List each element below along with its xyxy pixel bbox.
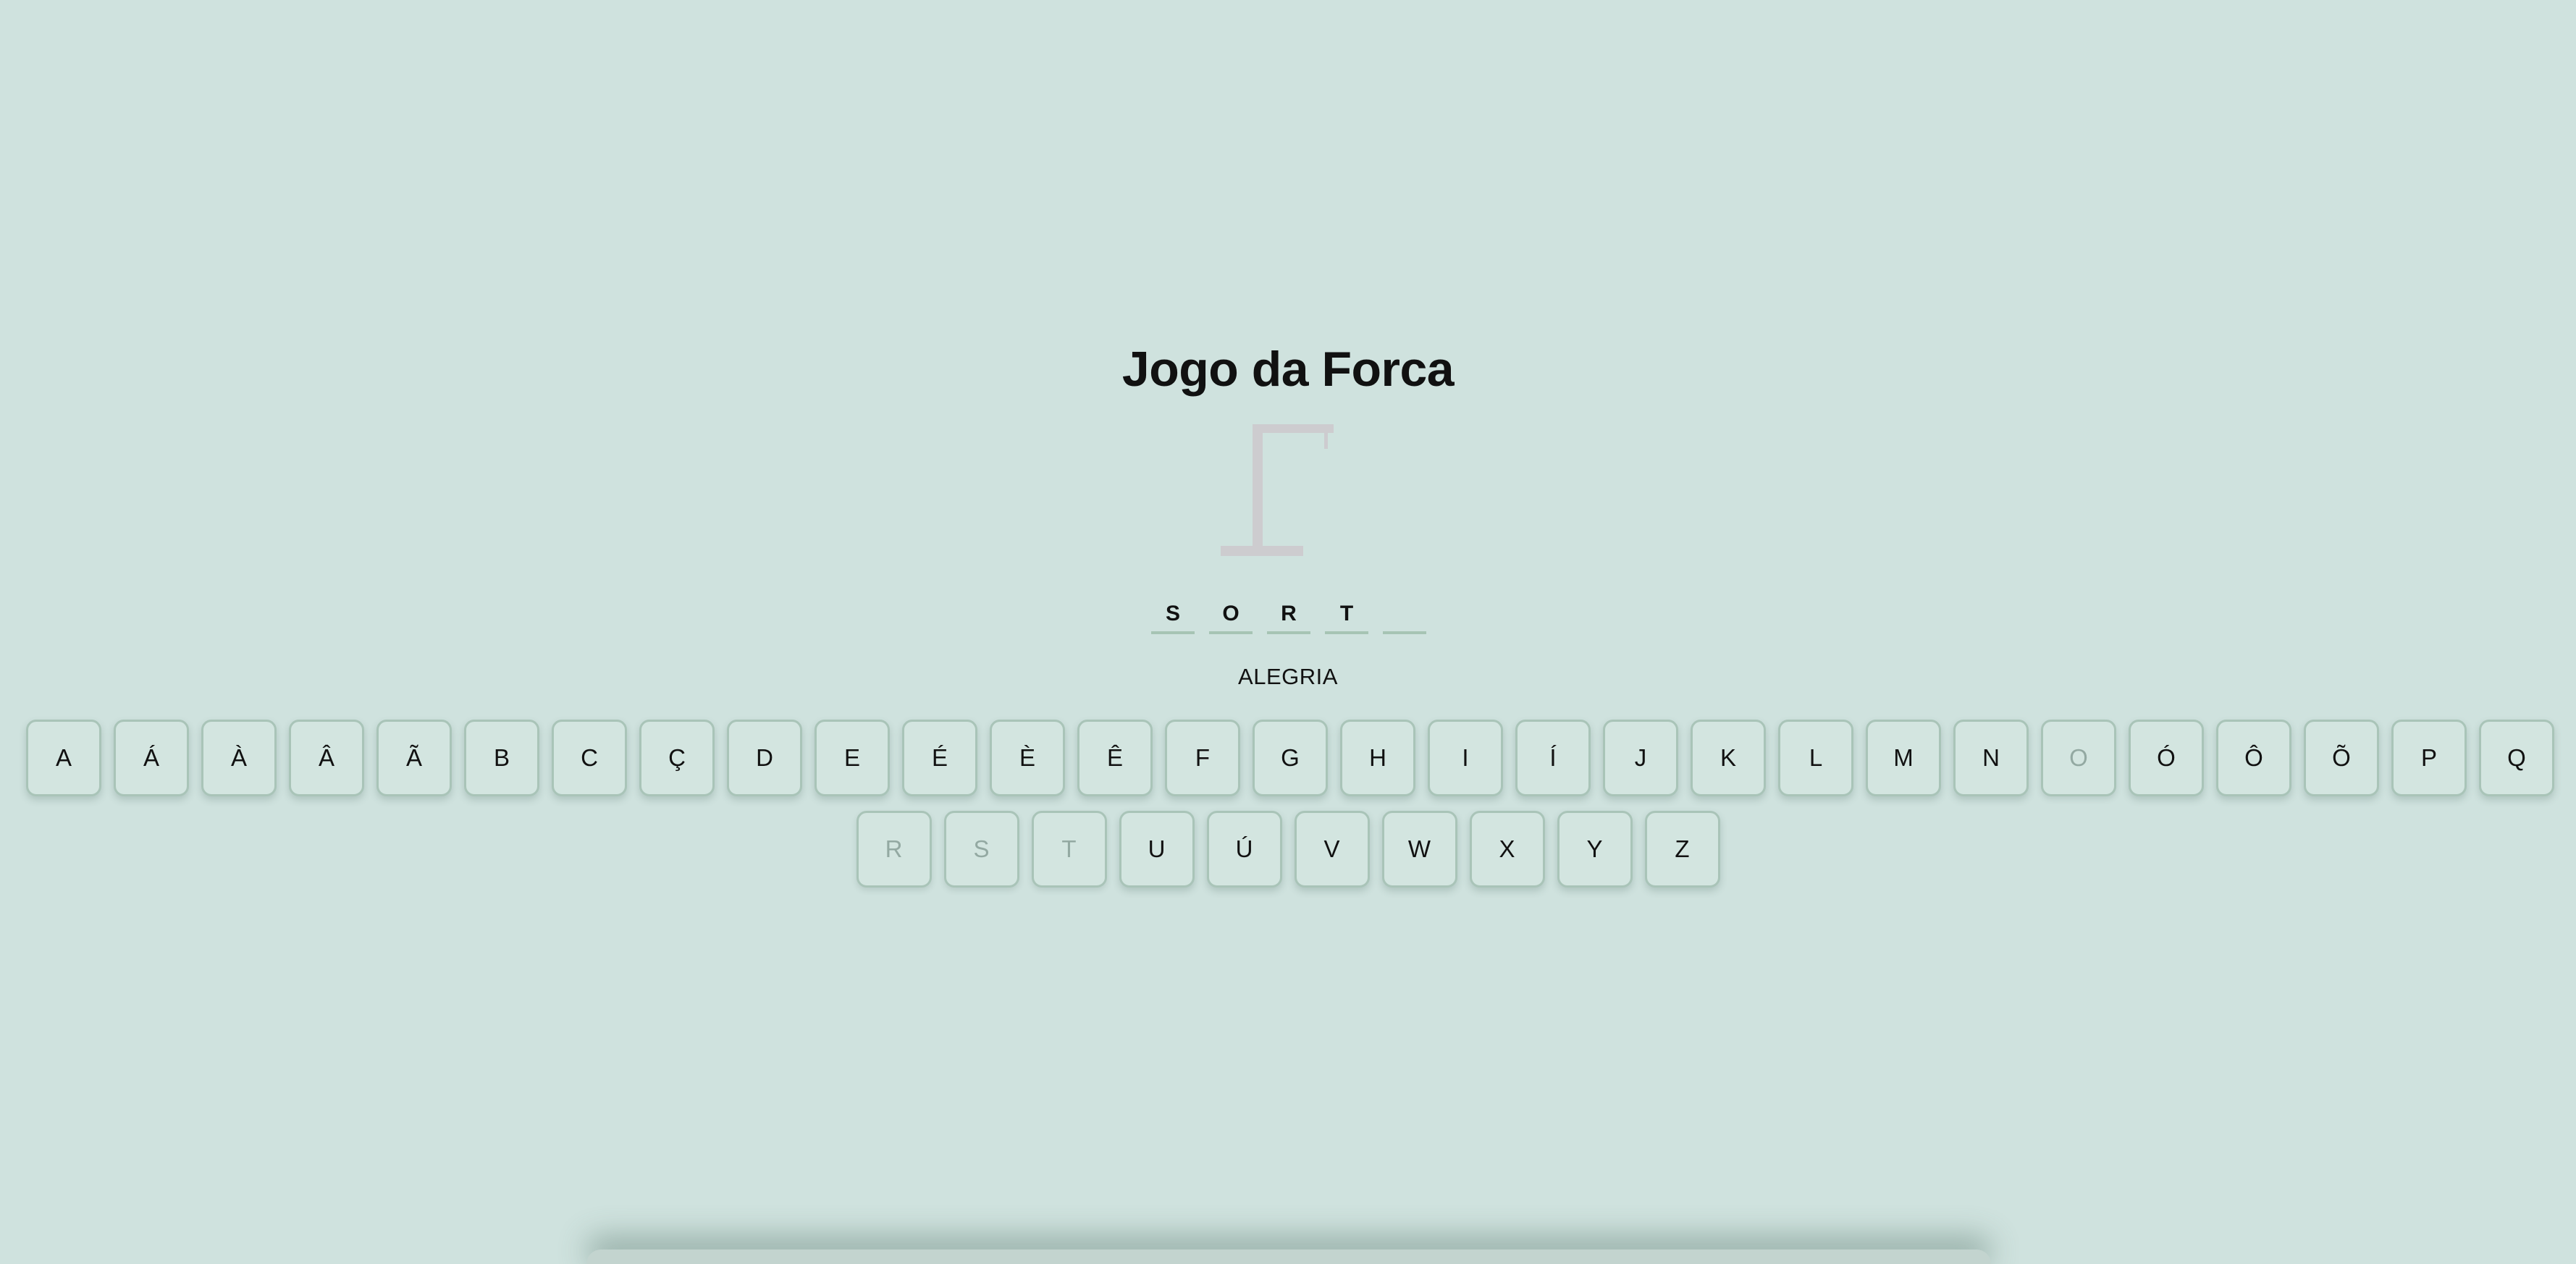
letter-key[interactable]: Ã: [376, 720, 452, 796]
letter-key[interactable]: Ô: [2216, 720, 2291, 796]
letter-key[interactable]: E: [815, 720, 890, 796]
letter-key[interactable]: Á: [114, 720, 189, 796]
letter-key[interactable]: Ú: [1206, 811, 1282, 888]
word-slot: S: [1151, 594, 1195, 634]
letter-key[interactable]: F: [1165, 720, 1240, 796]
letter-key[interactable]: H: [1340, 720, 1415, 796]
gallows-rope: [1324, 430, 1328, 449]
letter-key[interactable]: B: [464, 720, 539, 796]
letter-key[interactable]: Z: [1644, 811, 1720, 888]
letter-key[interactable]: Ç: [639, 720, 715, 796]
letter-key[interactable]: Õ: [2304, 720, 2379, 796]
letter-key[interactable]: N: [1953, 720, 2029, 796]
letter-key[interactable]: R: [856, 811, 932, 888]
hangman-game: Jogo da Forca SORT ALEGRIA AÁÀÂÃBCÇDEÉÈÊ…: [0, 0, 2576, 1264]
letter-key[interactable]: G: [1253, 720, 1328, 796]
letter-key[interactable]: I: [1428, 720, 1503, 796]
gallows-pole: [1253, 424, 1263, 552]
letter-key[interactable]: D: [727, 720, 802, 796]
keyboard-row-1: AÁÀÂÃBCÇDEÉÈÊFGHIÍJKLMNOÓÔÕPQ: [26, 720, 2560, 796]
letter-key[interactable]: K: [1691, 720, 1766, 796]
letter-key[interactable]: È: [990, 720, 1065, 796]
letter-key[interactable]: O: [2041, 720, 2116, 796]
keyboard-row-2: RSTUÚVWXYZ: [26, 811, 2550, 888]
letter-key[interactable]: P: [2391, 720, 2467, 796]
letter-key[interactable]: Â: [289, 720, 364, 796]
word-slots: SORT: [1151, 594, 1426, 634]
gallows-beam: [1253, 424, 1334, 433]
letter-key[interactable]: Í: [1515, 720, 1591, 796]
letter-key[interactable]: À: [201, 720, 277, 796]
letter-key[interactable]: Y: [1557, 811, 1633, 888]
letter-key[interactable]: V: [1294, 811, 1370, 888]
bottom-panel-edge: [586, 1250, 1991, 1264]
letter-key[interactable]: C: [552, 720, 627, 796]
letter-key[interactable]: A: [26, 720, 101, 796]
letter-key[interactable]: L: [1778, 720, 1853, 796]
letter-key[interactable]: W: [1381, 811, 1457, 888]
word-slot: T: [1325, 594, 1368, 634]
page-title: Jogo da Forca: [1121, 342, 1455, 397]
word-slot: R: [1267, 594, 1310, 634]
word-slot: [1383, 594, 1426, 634]
letter-key[interactable]: É: [902, 720, 977, 796]
letter-key[interactable]: Ê: [1077, 720, 1153, 796]
letter-key[interactable]: T: [1031, 811, 1107, 888]
letter-key[interactable]: S: [943, 811, 1019, 888]
letter-key[interactable]: X: [1469, 811, 1545, 888]
gallows-drawing: [1221, 424, 1334, 556]
letter-key[interactable]: Ó: [2129, 720, 2204, 796]
letter-key[interactable]: M: [1866, 720, 1941, 796]
word-slot: O: [1209, 594, 1253, 634]
letter-key[interactable]: J: [1603, 720, 1678, 796]
hint-text: ALEGRIA: [1238, 664, 1338, 689]
letter-key[interactable]: Q: [2479, 720, 2554, 796]
letter-keyboard: AÁÀÂÃBCÇDEÉÈÊFGHIÍJKLMNOÓÔÕPQ RSTUÚVWXYZ: [26, 720, 2560, 902]
letter-key[interactable]: U: [1119, 811, 1195, 888]
